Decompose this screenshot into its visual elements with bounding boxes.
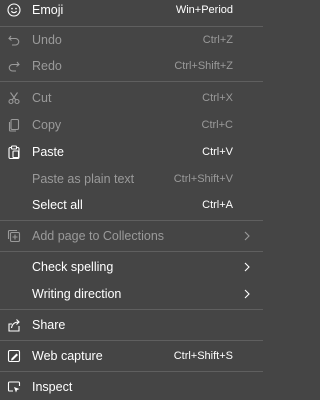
divider <box>0 340 263 341</box>
emoji-icon <box>7 3 21 17</box>
copy-label: Copy <box>32 118 62 132</box>
web-capture-icon <box>7 349 21 363</box>
cut-shortcut: Ctrl+X <box>202 92 233 104</box>
divider <box>0 371 263 372</box>
divider <box>0 309 263 310</box>
share-label: Share <box>32 318 66 332</box>
menu-item-share[interactable]: Share <box>0 312 263 338</box>
divider <box>0 220 263 221</box>
paste-shortcut: Ctrl+V <box>202 146 233 158</box>
paste-plain-text-shortcut: Ctrl+Shift+V <box>173 173 233 185</box>
emoji-shortcut: Win+Period <box>175 4 233 16</box>
undo-icon <box>7 33 21 47</box>
emoji-label: Emoji <box>32 3 64 17</box>
inspect-icon <box>7 380 21 394</box>
menu-item-paste-plain-text[interactable]: Paste as plain text Ctrl+Shift+V <box>0 166 263 192</box>
web-capture-shortcut: Ctrl+Shift+S <box>173 350 233 362</box>
divider <box>0 251 263 252</box>
copy-icon <box>7 118 21 132</box>
menu-item-cut[interactable]: Cut Ctrl+X <box>0 85 263 111</box>
menu-item-writing-direction[interactable]: Writing direction <box>0 281 263 307</box>
add-to-collections-label: Add page to Collections <box>32 229 165 243</box>
inspect-label: Inspect <box>32 380 73 394</box>
paste-icon <box>7 145 21 159</box>
check-spelling-label: Check spelling <box>32 260 114 274</box>
menu-item-emoji[interactable]: Emoji Win+Period <box>0 0 263 23</box>
redo-icon <box>7 59 21 73</box>
web-capture-label: Web capture <box>32 349 103 363</box>
select-all-label: Select all <box>32 198 83 212</box>
chevron-right-icon <box>243 231 251 241</box>
chevron-right-icon <box>243 262 251 272</box>
paste-label: Paste <box>32 145 64 159</box>
cut-icon <box>7 91 21 105</box>
undo-label: Undo <box>32 33 62 47</box>
menu-item-redo[interactable]: Redo Ctrl+Shift+Z <box>0 53 263 79</box>
menu-item-select-all[interactable]: Select all Ctrl+A <box>0 192 263 218</box>
chevron-right-icon <box>243 289 251 299</box>
select-all-shortcut: Ctrl+A <box>202 199 233 211</box>
redo-label: Redo <box>32 59 62 73</box>
redo-shortcut: Ctrl+Shift+Z <box>174 60 233 72</box>
cut-label: Cut <box>32 91 52 105</box>
paste-plain-text-label: Paste as plain text <box>32 172 135 186</box>
menu-item-inspect[interactable]: Inspect <box>0 374 263 400</box>
copy-shortcut: Ctrl+C <box>201 119 233 131</box>
menu-item-paste[interactable]: Paste Ctrl+V <box>0 139 263 165</box>
divider <box>0 81 263 82</box>
menu-item-undo[interactable]: Undo Ctrl+Z <box>0 27 263 53</box>
share-icon <box>7 318 21 332</box>
menu-item-copy[interactable]: Copy Ctrl+C <box>0 112 263 138</box>
menu-item-check-spelling[interactable]: Check spelling <box>0 254 263 280</box>
writing-direction-label: Writing direction <box>32 287 122 301</box>
menu-item-web-capture[interactable]: Web capture Ctrl+Shift+S <box>0 343 263 369</box>
collections-icon <box>7 229 21 243</box>
context-menu: Emoji Win+Period Undo Ctrl+Z Redo Ctrl+S… <box>0 0 263 400</box>
undo-shortcut: Ctrl+Z <box>202 34 233 46</box>
menu-item-add-to-collections[interactable]: Add page to Collections <box>0 223 263 249</box>
